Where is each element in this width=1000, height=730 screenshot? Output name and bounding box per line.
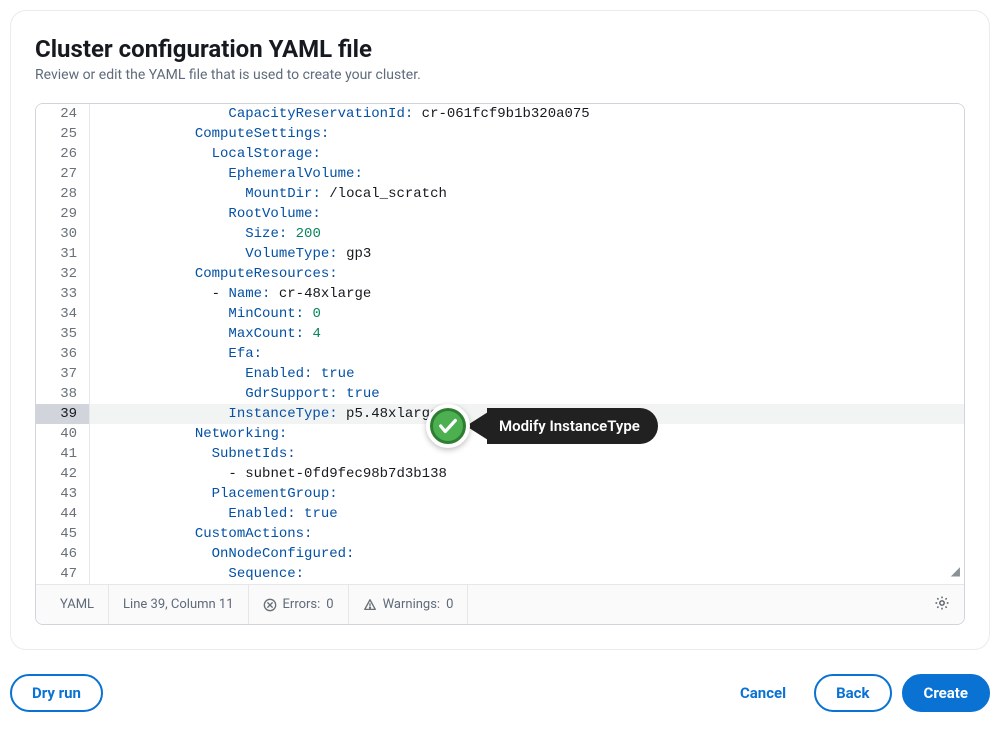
line-number: 35 <box>36 324 89 344</box>
cancel-button[interactable]: Cancel <box>722 676 804 710</box>
line-number: 47 <box>36 564 89 584</box>
settings-button[interactable] <box>920 585 964 624</box>
editor-wrapper: 2425262728293031323334353637383940414243… <box>35 103 965 625</box>
status-language: YAML <box>36 585 109 624</box>
line-number: 40 <box>36 424 89 444</box>
code-line[interactable]: CustomActions: <box>90 524 964 544</box>
page-subtitle: Review or edit the YAML file that is use… <box>35 67 965 83</box>
status-cursor: Line 39, Column 11 <box>109 585 248 624</box>
line-number: 46 <box>36 544 89 564</box>
code-line[interactable]: Sequence: <box>90 564 964 584</box>
line-number: 37 <box>36 364 89 384</box>
line-number: 29 <box>36 204 89 224</box>
code-line[interactable]: ComputeSettings: <box>90 124 964 144</box>
code-line[interactable]: Enabled: true <box>90 364 964 384</box>
gear-icon <box>934 595 950 615</box>
line-number: 31 <box>36 244 89 264</box>
line-gutter: 2425262728293031323334353637383940414243… <box>36 104 90 584</box>
status-errors-label: Errors: <box>283 597 321 612</box>
line-number: 38 <box>36 384 89 404</box>
check-icon <box>426 404 470 448</box>
status-errors-count: 0 <box>326 597 333 612</box>
line-number: 30 <box>36 224 89 244</box>
line-number: 43 <box>36 484 89 504</box>
code-line[interactable]: - Name: cr-48xlarge <box>90 284 964 304</box>
line-number: 45 <box>36 524 89 544</box>
footer-actions: Dry run Cancel Back Create <box>10 650 990 720</box>
code-line[interactable]: ComputeResources: <box>90 264 964 284</box>
line-number: 34 <box>36 304 89 324</box>
code-line[interactable]: OnNodeConfigured: <box>90 544 964 564</box>
code-line[interactable]: Efa: <box>90 344 964 364</box>
editor-statusbar: YAML Line 39, Column 11 Errors: 0 <box>36 584 964 624</box>
line-number: 28 <box>36 184 89 204</box>
code-line[interactable]: EphemeralVolume: <box>90 164 964 184</box>
code-line[interactable]: Size: 200 <box>90 224 964 244</box>
line-number: 33 <box>36 284 89 304</box>
back-button[interactable]: Back <box>814 674 891 712</box>
callout-label: Modify InstanceType <box>487 408 658 444</box>
status-warnings-label: Warnings: <box>383 597 440 612</box>
status-warnings-count: 0 <box>446 597 453 612</box>
line-number: 27 <box>36 164 89 184</box>
code-line[interactable]: CapacityReservationId: cr-061fcf9b1b320a… <box>90 104 964 124</box>
page-title: Cluster configuration YAML file <box>35 35 965 63</box>
code-line[interactable]: LocalStorage: <box>90 144 964 164</box>
status-warnings: Warnings: 0 <box>349 585 469 624</box>
line-number: 24 <box>36 104 89 124</box>
line-number: 39 <box>36 404 89 424</box>
code-area[interactable]: CapacityReservationId: cr-061fcf9b1b320a… <box>90 104 964 584</box>
line-number: 25 <box>36 124 89 144</box>
code-line[interactable]: RootVolume: <box>90 204 964 224</box>
code-line[interactable]: Enabled: true <box>90 504 964 524</box>
code-line[interactable]: GdrSupport: true <box>90 384 964 404</box>
line-number: 42 <box>36 464 89 484</box>
create-button[interactable]: Create <box>902 674 990 712</box>
config-card: Cluster configuration YAML file Review o… <box>10 10 990 650</box>
code-line[interactable]: MinCount: 0 <box>90 304 964 324</box>
status-errors: Errors: 0 <box>249 585 349 624</box>
code-line[interactable]: - subnet-0fd9fec98b7d3b138 <box>90 464 964 484</box>
line-number: 36 <box>36 344 89 364</box>
line-number: 44 <box>36 504 89 524</box>
warning-icon <box>363 598 377 612</box>
dry-run-button[interactable]: Dry run <box>10 674 103 712</box>
yaml-editor[interactable]: 2425262728293031323334353637383940414243… <box>36 104 964 584</box>
error-icon <box>263 598 277 612</box>
line-number: 32 <box>36 264 89 284</box>
code-line[interactable]: PlacementGroup: <box>90 484 964 504</box>
code-line[interactable]: MountDir: /local_scratch <box>90 184 964 204</box>
line-number: 26 <box>36 144 89 164</box>
modify-instancetype-callout: Modify InstanceType <box>426 404 658 448</box>
code-line[interactable]: MaxCount: 4 <box>90 324 964 344</box>
code-line[interactable]: VolumeType: gp3 <box>90 244 964 264</box>
line-number: 41 <box>36 444 89 464</box>
